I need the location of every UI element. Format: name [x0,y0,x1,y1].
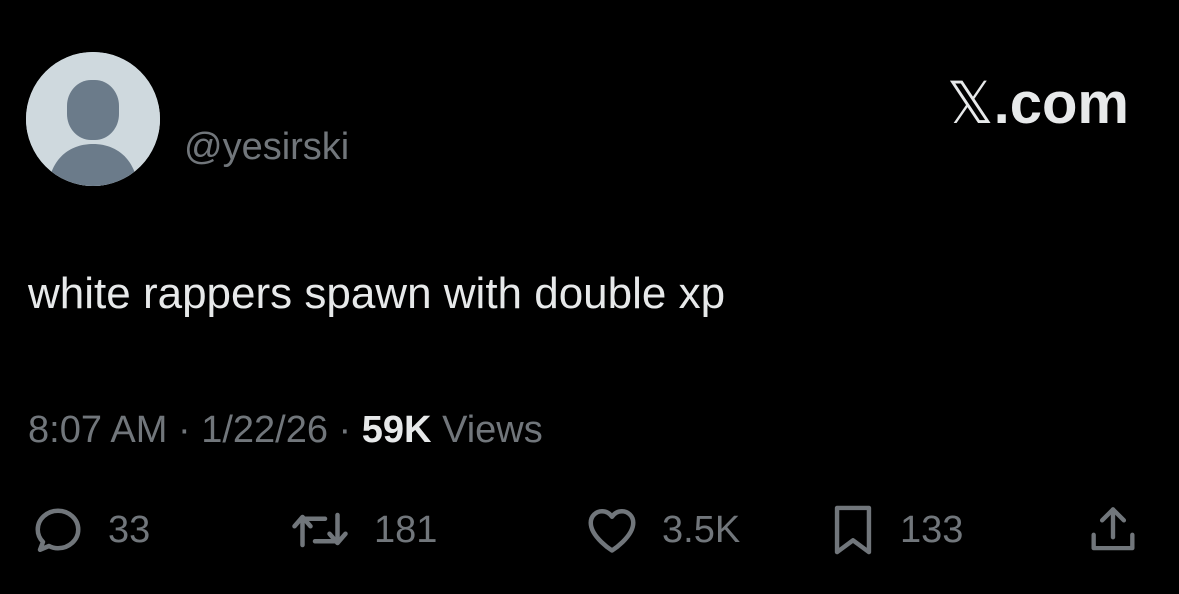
meta-separator: · [328,409,362,451]
share-icon [1091,507,1135,551]
like-button[interactable]: 3.5K [582,500,740,560]
like-icon [588,509,636,553]
tweet-time[interactable]: 8:07 AM [28,409,167,451]
bookmark-button[interactable]: 133 [826,500,963,560]
brand-domain: .com [993,71,1129,136]
reply-button[interactable]: 33 [28,500,150,560]
avatar[interactable] [26,52,160,186]
meta-separator: · [167,409,202,451]
views-count: 59K [361,409,432,451]
repost-icon [292,512,348,548]
bookmark-count: 133 [900,509,964,551]
default-avatar-icon [26,52,160,186]
views-label: Views [442,409,543,451]
author-handle[interactable]: @yesirski [184,124,349,170]
tweet-meta: 8:07 AM · 1/22/26 · 59K Views [28,406,543,454]
reply-count: 33 [108,509,151,551]
reply-icon [35,508,81,552]
repost-count: 181 [374,509,438,551]
action-bar: 33 181 3.5K 133 [0,500,1179,560]
tweet-text: white rappers spawn with double xp [28,269,726,318]
repost-button[interactable]: 181 [286,500,437,560]
tweet-date[interactable]: 1/22/26 [201,409,328,451]
x-logo-icon: 𝕏 [946,71,994,136]
like-count: 3.5K [662,509,741,551]
share-button[interactable] [1084,500,1142,560]
bookmark-icon [834,505,872,555]
brand-watermark: 𝕏 .com [947,72,1129,136]
